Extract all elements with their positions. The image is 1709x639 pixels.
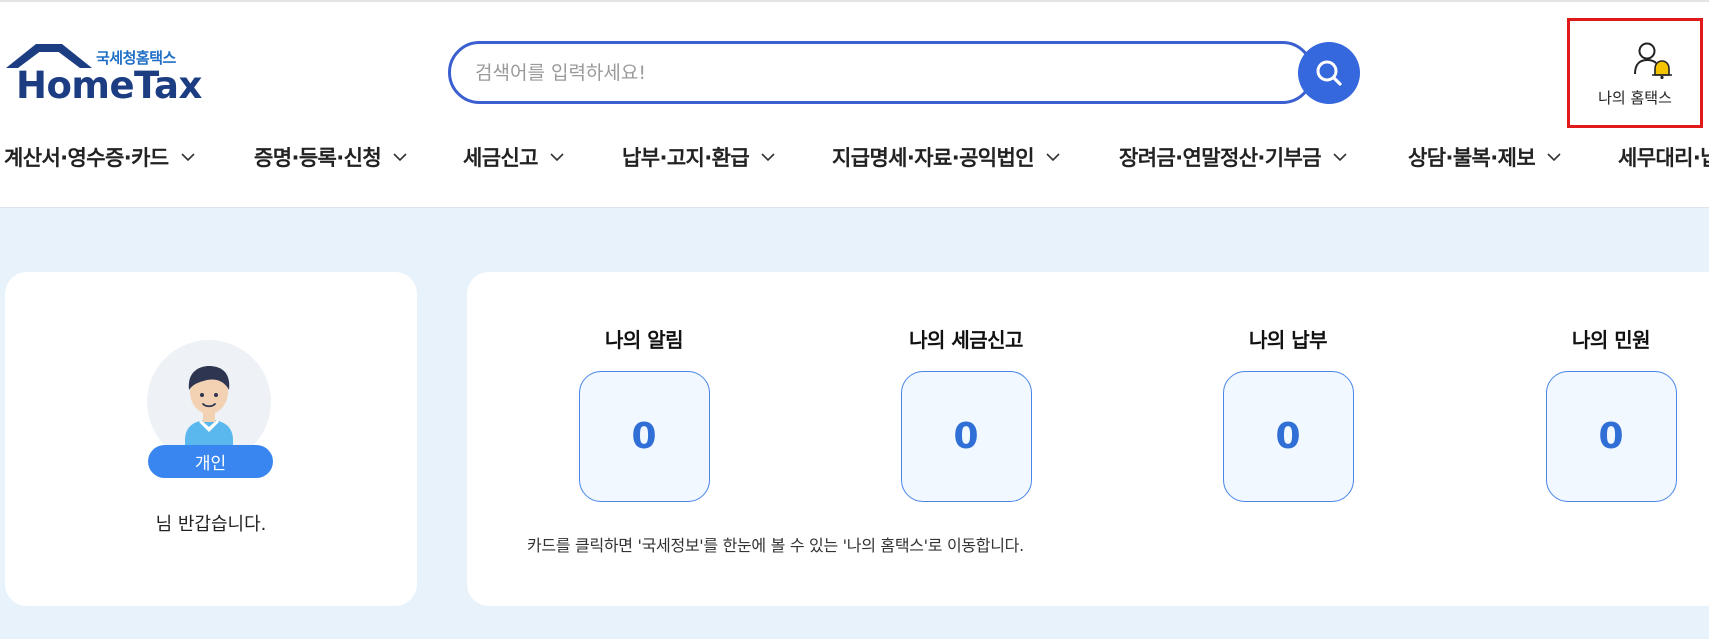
nav-item-payment[interactable]: 납부·고지·환급 <box>622 142 775 172</box>
site-header: 국세청홈택스 HomeTax 나의 홈택스 계산서·영수증·카드 증명·등록·신… <box>0 0 1709 208</box>
chevron-down-icon <box>550 152 564 161</box>
nav-item-label: 계산서·영수증·카드 <box>4 146 169 170</box>
summary-card: 나의 알림 0 나의 세금신고 0 나의 납부 0 나의 민원 0 카드를 클릭… <box>467 272 1709 606</box>
summary-notifications: 나의 알림 0 <box>544 324 744 502</box>
search-input[interactable] <box>475 58 1265 88</box>
nav-item-label: 상담·불복·제보 <box>1408 146 1536 170</box>
summary-count-box[interactable]: 0 <box>900 371 1032 502</box>
logo-title: HomeTax <box>16 64 202 107</box>
summary-title: 나의 납부 <box>1248 328 1328 352</box>
search-button[interactable] <box>1298 42 1360 104</box>
summary-help-text: 카드를 클릭하면 '국세정보'를 한눈에 볼 수 있는 '나의 홈택스'로 이동… <box>527 536 1024 555</box>
chevron-down-icon <box>180 152 195 161</box>
summary-title: 나의 알림 <box>604 328 684 352</box>
nav-item-consult[interactable]: 상담·불복·제보 <box>1408 142 1561 172</box>
user-bell-icon <box>1634 42 1672 79</box>
nav-item-payment-statement[interactable]: 지급명세·자료·공익법인 <box>832 142 1060 172</box>
search-box <box>448 41 1314 104</box>
nav-item-label: 지급명세·자료·공익법인 <box>832 146 1035 170</box>
nav-item-invoice[interactable]: 계산서·영수증·카드 <box>4 142 195 172</box>
nav-item-incentive[interactable]: 장려금·연말정산·기부금 <box>1119 142 1347 172</box>
nav-item-label: 장려금·연말정산·기부금 <box>1119 146 1322 170</box>
hometax-logo[interactable]: 국세청홈택스 HomeTax <box>4 40 204 110</box>
greeting-text: 님 반갑습니다. <box>155 514 267 535</box>
summary-count-box[interactable]: 0 <box>1222 371 1354 502</box>
summary-civil-requests: 나의 민원 0 <box>1511 324 1709 502</box>
chevron-down-icon <box>1333 152 1347 161</box>
nav-item-tax-agent[interactable]: 세무대리·납 <box>1618 142 1709 172</box>
summary-payments: 나의 납부 0 <box>1188 324 1388 502</box>
profile-card: 개인 님 반갑습니다. <box>5 272 417 606</box>
nav-item-label: 세금신고 <box>463 146 538 170</box>
nav-item-label: 증명·등록·신청 <box>254 146 382 170</box>
nav-item-certificate[interactable]: 증명·등록·신청 <box>254 142 407 172</box>
nav-item-label: 세무대리·납 <box>1618 146 1709 170</box>
summary-tax-returns: 나의 세금신고 0 <box>866 324 1066 502</box>
user-type-badge: 개인 <box>148 445 273 478</box>
main-nav: 계산서·영수증·카드 증명·등록·신청 세금신고 납부·고지·환급 지급명세·자… <box>0 142 1709 176</box>
nav-item-tax-return[interactable]: 세금신고 <box>463 142 564 172</box>
search-icon <box>1316 60 1342 86</box>
chevron-down-icon <box>1547 152 1561 161</box>
my-hometax-button[interactable]: 나의 홈택스 <box>1567 18 1703 128</box>
summary-title: 나의 세금신고 <box>909 328 1023 352</box>
nav-item-label: 납부·고지·환급 <box>622 146 750 170</box>
summary-title: 나의 민원 <box>1571 328 1651 352</box>
my-hometax-label: 나의 홈택스 <box>1598 89 1672 107</box>
chevron-down-icon <box>1046 152 1060 161</box>
summary-count-box[interactable]: 0 <box>1545 371 1677 502</box>
chevron-down-icon <box>761 152 775 161</box>
summary-count-box[interactable]: 0 <box>578 371 710 502</box>
chevron-down-icon <box>393 152 407 161</box>
